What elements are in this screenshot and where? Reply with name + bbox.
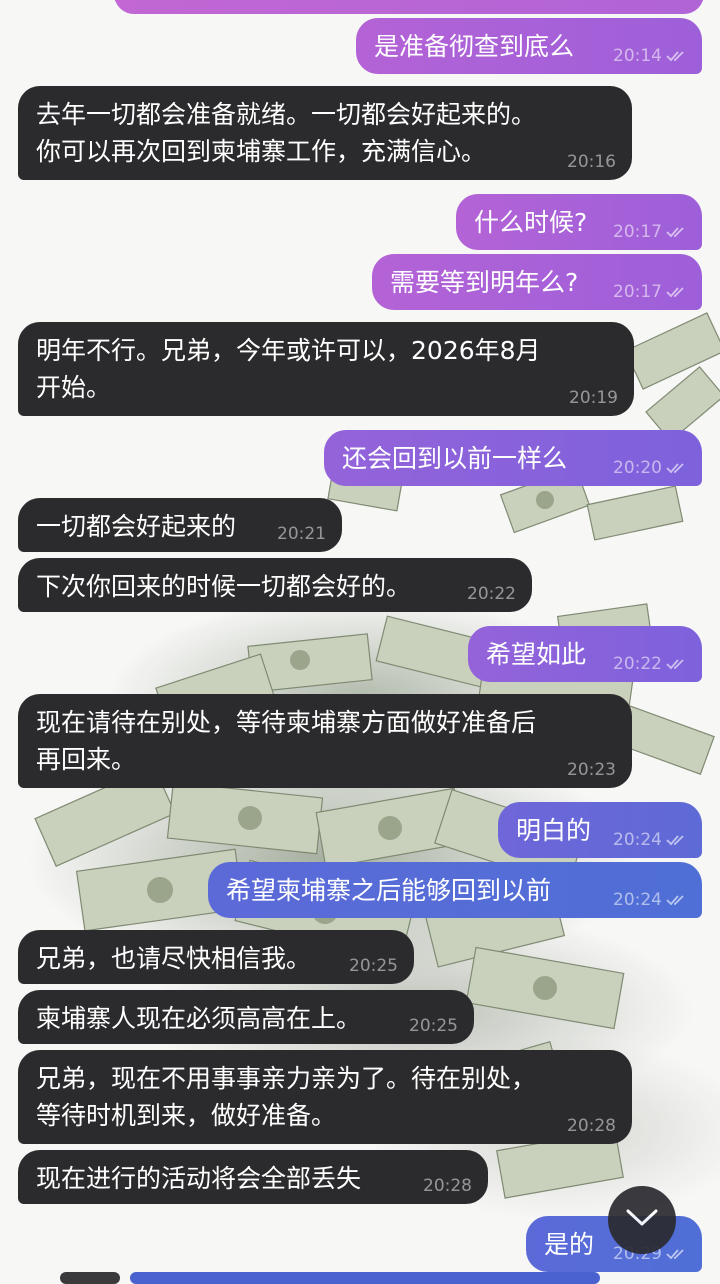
message-time: 20:20: [613, 458, 662, 478]
message-time: 20:24: [613, 830, 662, 850]
double-check-icon: [666, 833, 688, 847]
message-text: 一切都会好起来的: [36, 512, 237, 541]
message-time: 20:22: [613, 654, 662, 674]
message-meta: 20:22: [613, 654, 688, 674]
message-text: 兄弟，也请尽快相信我。: [36, 944, 312, 973]
message-incoming[interactable]: 现在请待在别处，等待柬埔寨方面做好准备后 再回来。 20:23: [18, 694, 632, 788]
message-time: 20:25: [349, 956, 398, 976]
message-time: 20:28: [423, 1176, 472, 1196]
message-text: 柬埔寨人现在必须高高在上。: [36, 1004, 362, 1033]
message-text: 明年不行。兄弟，今年或许可以，2026年8月 开始。: [36, 336, 541, 402]
message-text: 现在进行的活动将会全部丢失: [36, 1164, 362, 1193]
message-outgoing[interactable]: 希望如此 20:22: [468, 626, 702, 682]
message-outgoing[interactable]: 是准备彻查到底么 20:14: [356, 18, 702, 74]
message-text: 还会回到以前一样么: [342, 444, 568, 473]
message-incoming[interactable]: 去年一切都会准备就绪。一切都会好起来的。 你可以再次回到柬埔寨工作，充满信心。 …: [18, 86, 632, 180]
message-incoming[interactable]: 柬埔寨人现在必须高高在上。 20:25: [18, 990, 474, 1044]
message-time: 20:17: [613, 222, 662, 242]
message-incoming[interactable]: 下次你回来的时候一切都会好的。 20:22: [18, 558, 532, 612]
message-time: 20:28: [567, 1116, 616, 1136]
message-outgoing[interactable]: 明白的 20:24: [498, 802, 702, 858]
message-time: 20:16: [567, 152, 616, 172]
message-incoming[interactable]: 一切都会好起来的 20:21: [18, 498, 342, 552]
message-text: 什么时候?: [474, 208, 588, 237]
message-time: 20:22: [467, 584, 516, 604]
message-time: 20:25: [409, 1016, 458, 1036]
message-text: 是准备彻查到底么: [374, 32, 575, 61]
message-text: 兄弟，现在不用事事亲力亲为了。待在别处， 等待时机到来，做好准备。: [36, 1064, 537, 1130]
message-incoming[interactable]: 现在进行的活动将会全部丢失 20:28: [18, 1150, 488, 1204]
double-check-icon: [666, 225, 688, 239]
double-check-icon: [666, 893, 688, 907]
message-time: 20:23: [567, 760, 616, 780]
message-outgoing[interactable]: 还会回到以前一样么 20:20: [324, 430, 702, 486]
message-time: 20:24: [613, 890, 662, 910]
chevron-down-icon: [625, 1207, 659, 1233]
message-text: 是的: [544, 1230, 595, 1259]
message-time: 20:17: [613, 282, 662, 302]
double-check-icon: [666, 49, 688, 63]
double-check-icon: [666, 657, 688, 671]
message-text: 希望柬埔寨之后能够回到以前: [226, 876, 552, 905]
message-text: 下次你回来的时候一切都会好的。: [36, 572, 412, 601]
message-incoming[interactable]: 兄弟，现在不用事事亲力亲为了。待在别处， 等待时机到来，做好准备。 20:28: [18, 1050, 632, 1144]
double-check-icon: [666, 285, 688, 299]
double-check-icon: [666, 1247, 688, 1261]
message-meta: 20:17: [613, 282, 688, 302]
message-meta: 20:24: [613, 890, 688, 910]
double-check-icon: [666, 461, 688, 475]
scroll-to-bottom-button[interactable]: [608, 1186, 676, 1254]
message-outgoing[interactable]: 需要等到明年么? 20:17: [372, 254, 702, 310]
message-incoming[interactable]: 明年不行。兄弟，今年或许可以，2026年8月 开始。 20:19: [18, 322, 634, 416]
message-meta: 20:17: [613, 222, 688, 242]
message-meta: 20:20: [613, 458, 688, 478]
message-outgoing[interactable]: 希望柬埔寨之后能够回到以前 20:24: [208, 862, 702, 918]
message-text: 需要等到明年么?: [390, 268, 579, 297]
next-message-partial: [60, 1272, 120, 1284]
next-message-partial: [130, 1272, 600, 1284]
previous-message-partial: [114, 0, 704, 14]
message-text: 希望如此: [486, 640, 587, 669]
message-time: 20:14: [613, 46, 662, 66]
message-text: 去年一切都会准备就绪。一切都会好起来的。 你可以再次回到柬埔寨工作，充满信心。: [36, 100, 537, 166]
message-time: 20:19: [569, 388, 618, 408]
message-meta: 20:14: [613, 46, 688, 66]
message-text: 现在请待在别处，等待柬埔寨方面做好准备后 再回来。: [36, 708, 537, 774]
message-time: 20:21: [277, 524, 326, 544]
message-incoming[interactable]: 兄弟，也请尽快相信我。 20:25: [18, 930, 414, 984]
message-outgoing[interactable]: 什么时候? 20:17: [456, 194, 702, 250]
message-meta: 20:24: [613, 830, 688, 850]
message-text: 明白的: [516, 816, 592, 845]
